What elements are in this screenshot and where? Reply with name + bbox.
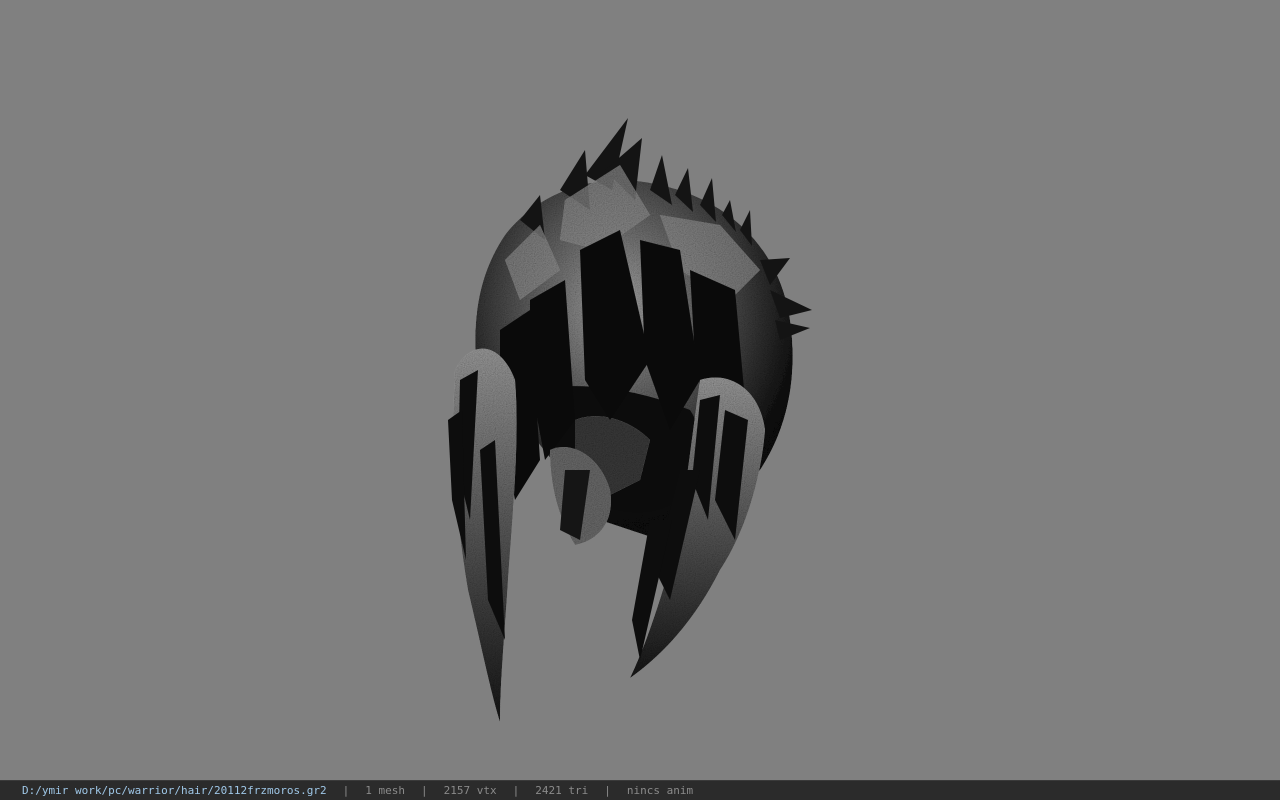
separator: | — [421, 784, 428, 797]
file-path: D:/ymir work/pc/warrior/hair/20112frzmor… — [22, 784, 327, 797]
vertex-count: 2157 vtx — [443, 784, 497, 797]
3d-viewport[interactable] — [0, 0, 1280, 780]
separator: | — [604, 784, 611, 797]
status-bar: D:/ymir work/pc/warrior/hair/20112frzmor… — [0, 780, 1280, 800]
mesh-count: 1 mesh — [365, 784, 406, 797]
separator: | — [342, 784, 350, 797]
hair-mesh-icon — [448, 118, 812, 722]
animation-status: nincs anim — [626, 784, 694, 797]
triangle-count: 2421 tri — [535, 784, 589, 797]
separator: | — [512, 784, 520, 797]
